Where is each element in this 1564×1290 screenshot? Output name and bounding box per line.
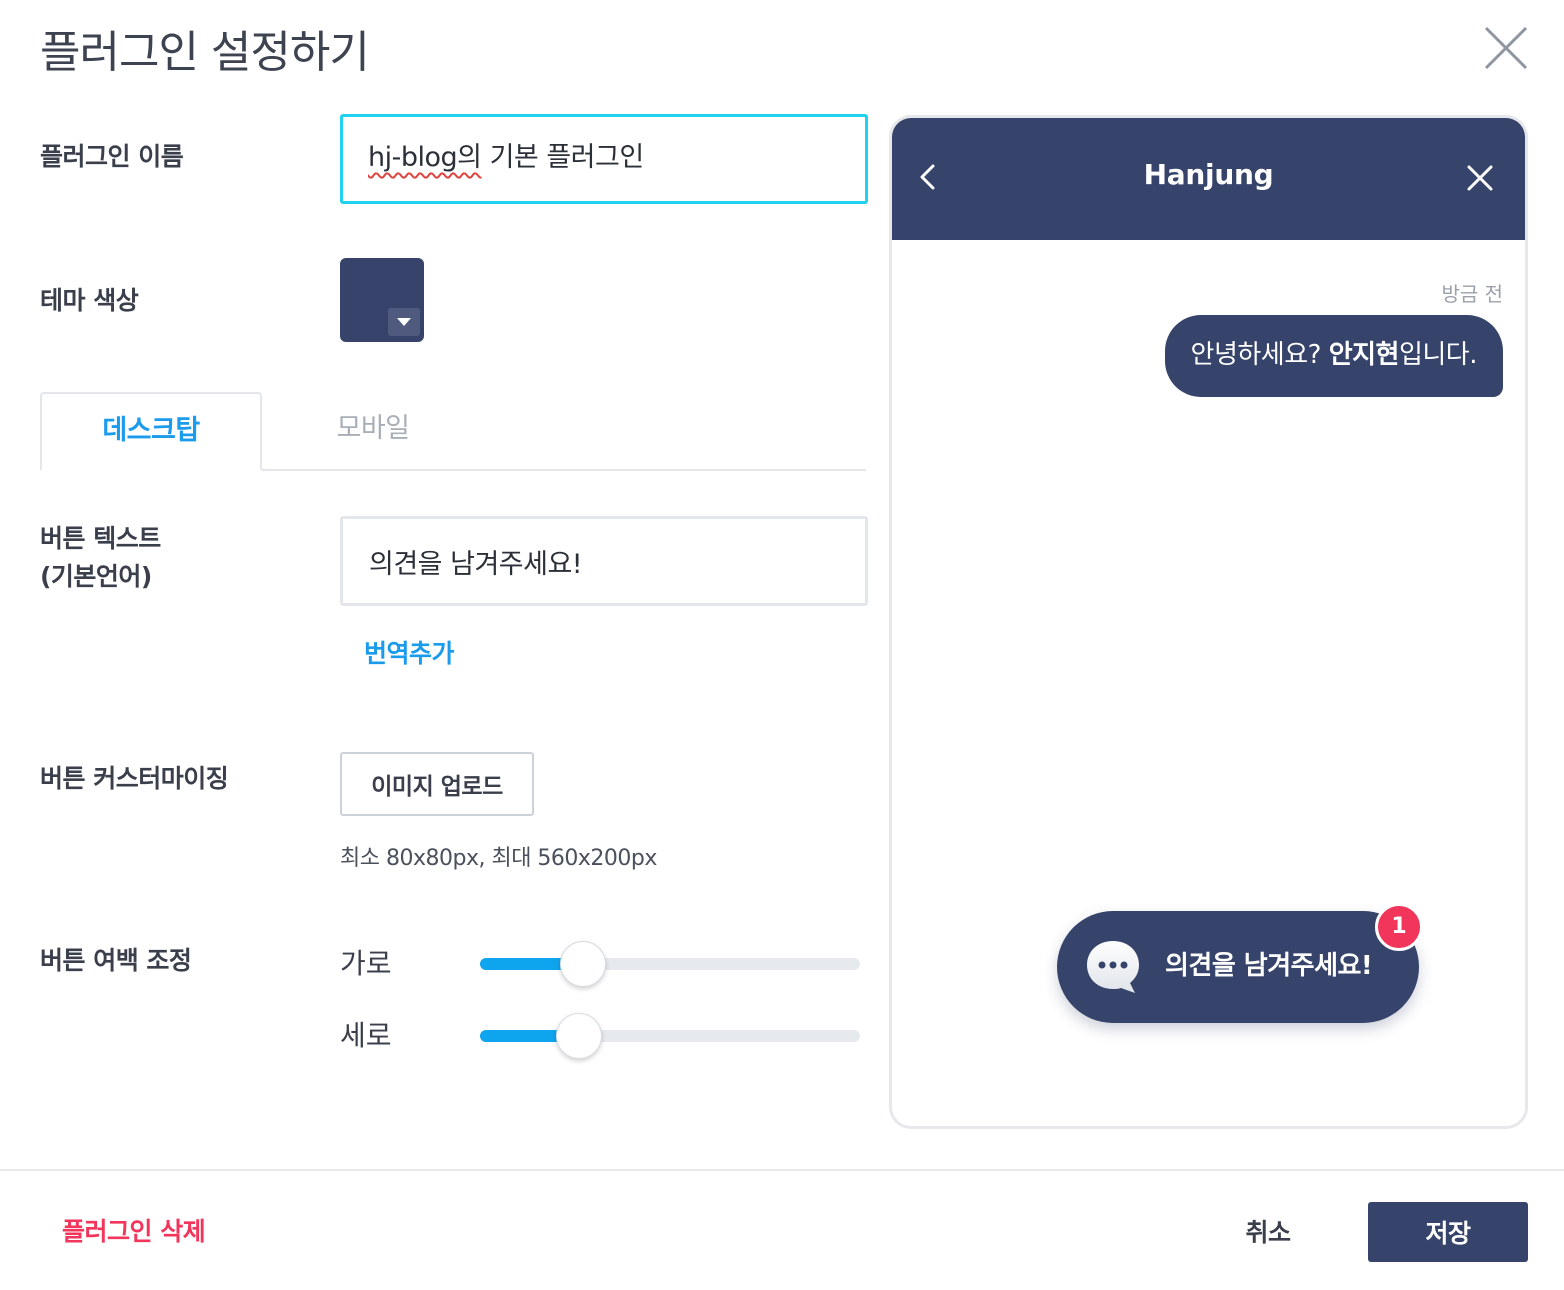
footer-divider (0, 1169, 1564, 1171)
message-pre: 안녕하세요? (1190, 340, 1329, 370)
button-margin-label: 버튼 여백 조정 (40, 946, 192, 975)
vertical-label: 세로 (340, 1019, 392, 1052)
preview-panel: Hanjung 방금 전 안녕하세요? 안지현입니다. 의견을 남겨주세요! 1 (889, 115, 1528, 1129)
tab-mobile[interactable]: 모바일 (262, 392, 484, 471)
image-upload-button[interactable]: 이미지 업로드 (340, 752, 534, 816)
unread-badge: 1 (1375, 903, 1423, 951)
horizontal-slider-thumb[interactable] (560, 941, 606, 987)
chat-bubble-icon (1087, 941, 1139, 993)
plugin-name-label: 플러그인 이름 (40, 142, 184, 171)
vertical-slider[interactable] (480, 1013, 860, 1059)
message-post: 입니다. (1398, 340, 1478, 370)
message-bold: 안지현 (1328, 340, 1400, 370)
vertical-slider-thumb[interactable] (556, 1013, 602, 1059)
caret-down-icon (388, 308, 420, 336)
tab-desktop[interactable]: 데스크탑 (40, 392, 262, 471)
dialog-title: 플러그인 설정하기 (40, 27, 370, 78)
preview-title: Hanjung (1143, 158, 1274, 191)
plugin-name-rest: 기본 플러그인 (481, 142, 645, 173)
close-icon[interactable] (1466, 164, 1494, 192)
theme-color-picker[interactable] (340, 258, 424, 342)
button-text-label-line2: (기본언어) (40, 562, 152, 591)
save-button[interactable]: 저장 (1368, 1202, 1528, 1262)
plugin-name-value[interactable]: hj-blog의 기본 플러그인 (368, 138, 644, 178)
plugin-name-misspelled: hj-blog의 (368, 142, 482, 173)
launcher-label: 의견을 남겨주세요! (1165, 951, 1373, 981)
theme-color-label: 테마 색상 (40, 286, 139, 315)
horizontal-slider[interactable] (480, 941, 860, 987)
chat-launcher-button[interactable]: 의견을 남겨주세요! 1 (1057, 903, 1423, 1023)
message-bubble: 안녕하세요? 안지현입니다. (1164, 315, 1503, 397)
horizontal-label: 가로 (340, 947, 392, 980)
upload-size-hint: 최소 80x80px, 최대 560x200px (340, 846, 657, 871)
button-text-label: 버튼 텍스트 (기본언어) (40, 520, 161, 596)
button-custom-label: 버튼 커스터마이징 (40, 764, 229, 793)
close-icon[interactable] (1482, 24, 1530, 72)
cancel-button[interactable]: 취소 (1228, 1202, 1308, 1260)
add-translation-link[interactable]: 번역추가 (364, 634, 455, 670)
button-text-input[interactable] (340, 516, 868, 606)
message-timestamp: 방금 전 (1441, 282, 1503, 306)
delete-plugin-link[interactable]: 플러그인 삭제 (62, 1212, 206, 1248)
button-text-label-line1: 버튼 텍스트 (40, 524, 161, 553)
preview-header: Hanjung (892, 118, 1525, 240)
